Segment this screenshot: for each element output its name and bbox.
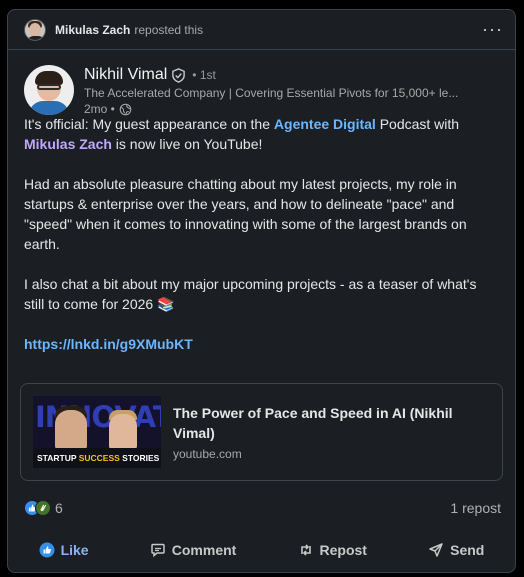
video-thumbnail[interactable]: INNOVATION STARTUP SUCCESS STORIES xyxy=(33,396,161,468)
preview-title[interactable]: The Power of Pace and Speed in AI (Nikhi… xyxy=(173,403,473,443)
author-name[interactable]: Nikhil Vimal xyxy=(84,66,167,84)
comment-icon xyxy=(151,543,165,558)
comment-label: Comment xyxy=(171,542,237,558)
repost-header: Mikulas Zach reposted this ··· xyxy=(8,10,515,50)
action-bar: Like Comment Repost Send xyxy=(8,533,515,567)
repost-label: Repost xyxy=(319,542,367,558)
post-author: Nikhil Vimal • 1st The Accelerated Compa… xyxy=(8,50,515,116)
reaction-count: 6 xyxy=(55,500,63,516)
post-paragraph-2: Had an absolute pleasure chatting about … xyxy=(24,176,467,252)
post-paragraph-1: It's official: My guest appearance on th… xyxy=(24,116,460,152)
send-icon xyxy=(429,543,443,557)
person-mention-link[interactable]: Mikulas Zach xyxy=(24,136,112,152)
like-label: Like xyxy=(60,542,89,558)
repost-button[interactable]: Repost xyxy=(286,536,379,564)
author-avatar[interactable] xyxy=(24,65,74,115)
post-body: It's official: My guest appearance on th… xyxy=(8,114,515,354)
thumbnail-caption: STARTUP SUCCESS STORIES xyxy=(37,453,160,463)
author-headline: The Accelerated Company | Covering Essen… xyxy=(84,86,459,100)
link-preview-card[interactable]: INNOVATION STARTUP SUCCESS STORIES The P… xyxy=(20,383,503,481)
send-label: Send xyxy=(450,542,485,558)
social-counts: 6 1 repost xyxy=(24,498,501,518)
clap-reaction-icon xyxy=(35,500,51,516)
repost-count[interactable]: 1 repost xyxy=(450,500,501,516)
post-paragraph-3: I also chat a bit about my major upcomin… xyxy=(24,276,477,312)
repost-action-text: reposted this xyxy=(134,22,204,37)
thumbs-up-icon xyxy=(39,542,55,558)
thumbnail-title: INNOVATION xyxy=(35,400,161,434)
preview-domain: youtube.com xyxy=(173,447,242,461)
like-button[interactable]: Like xyxy=(27,536,101,564)
verified-shield-icon xyxy=(172,67,186,83)
connection-degree: • 1st xyxy=(192,68,216,82)
more-options-icon[interactable]: ··· xyxy=(482,19,503,40)
feed-post-card: Mikulas Zach reposted this ··· Nikhil Vi… xyxy=(7,9,516,573)
repost-icon xyxy=(300,544,311,556)
comment-button[interactable]: Comment xyxy=(138,536,249,564)
post-url-link[interactable]: https://lnkd.in/g9XMubKT xyxy=(24,336,193,352)
reposter-name[interactable]: Mikulas Zach xyxy=(55,23,130,37)
reposter-avatar[interactable] xyxy=(24,18,46,41)
company-mention-link[interactable]: Agentee Digital xyxy=(274,116,376,132)
send-button[interactable]: Send xyxy=(416,536,496,564)
reactions-summary[interactable]: 6 xyxy=(24,500,63,516)
